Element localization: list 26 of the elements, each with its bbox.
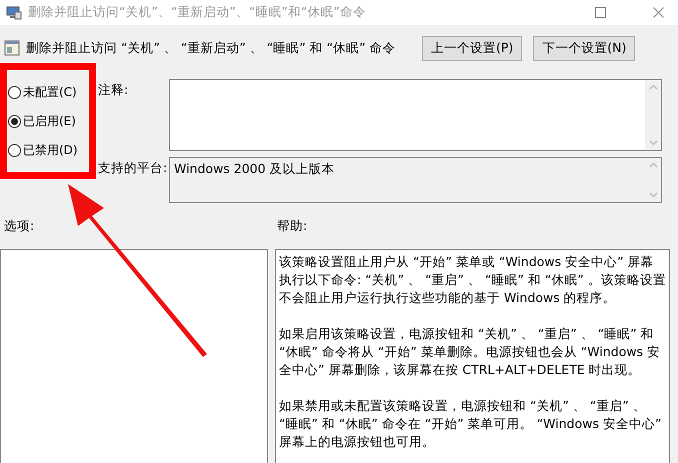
- close-icon[interactable]: [653, 7, 664, 18]
- nav-button[interactable]: 下一个设置(N): [533, 36, 636, 60]
- window-title: 删除并阻止访问“关机”、“重新启动”、“睡眠”和“休眠”命令: [28, 3, 366, 22]
- radio-label: 已禁用(D): [23, 142, 78, 159]
- radio-button[interactable]: [8, 114, 21, 128]
- policy-icon: [4, 40, 20, 56]
- help-paragraph: 该策略设置阻止用户从 “开始” 菜单或 “Windows 安全中心” 屏幕执行以下命令: “关机” 、 “重启” 、 “睡眠” 和 “休眠” 。该策略设置不会阻止用户运行执行这些功能的基于 Windows 的程序。: [279, 253, 666, 307]
- setting-title: 删除并阻止访问 “关机” 、 “重新启动” 、 “睡眠” 和 “休眠” 命令: [26, 38, 397, 57]
- help-paragraph: 如果禁用或未配置该策略设置，电源按钮和 “关机” 、 “重启” 、 “睡眠” 和 “休眠” 命令在 “开始” 菜单可用。 “Windows 安全中心” 屏幕上的电源按钮也可用。: [279, 397, 662, 451]
- maximize-icon[interactable]: [595, 7, 606, 18]
- radio-label: 已启用(E): [23, 113, 76, 130]
- platform-label: 支持的平台:: [97, 159, 168, 177]
- radio-label: 未配置(C): [23, 84, 77, 101]
- computer-icon: [6, 6, 22, 20]
- help-label: 帮助:: [277, 217, 308, 235]
- radio-option[interactable]: 未配置(C): [8, 83, 77, 101]
- radio-button[interactable]: [8, 144, 21, 156]
- nav-button[interactable]: 上一个设置(P): [422, 36, 522, 60]
- options-label: 选项:: [3, 217, 36, 235]
- comment-field[interactable]: [169, 79, 662, 151]
- comment-label: 注释:: [97, 81, 130, 99]
- help-paragraph: 如果启用该策略设置，电源按钮和 “关机” 、 “重启” 、 “睡眠” 和 “休眠” 命令将从 “开始” 菜单删除。电源按钮也会从 “Windows 安全中心” 屏幕删除，该屏幕在按 CTRL+ALT+DELETE 时出现。: [279, 325, 662, 379]
- radio-option[interactable]: 已启用(E): [8, 112, 76, 130]
- platform-value: Windows 2000 及以上版本: [173, 160, 336, 178]
- radio-option[interactable]: 已禁用(D): [8, 141, 78, 159]
- radio-button[interactable]: [8, 86, 21, 98]
